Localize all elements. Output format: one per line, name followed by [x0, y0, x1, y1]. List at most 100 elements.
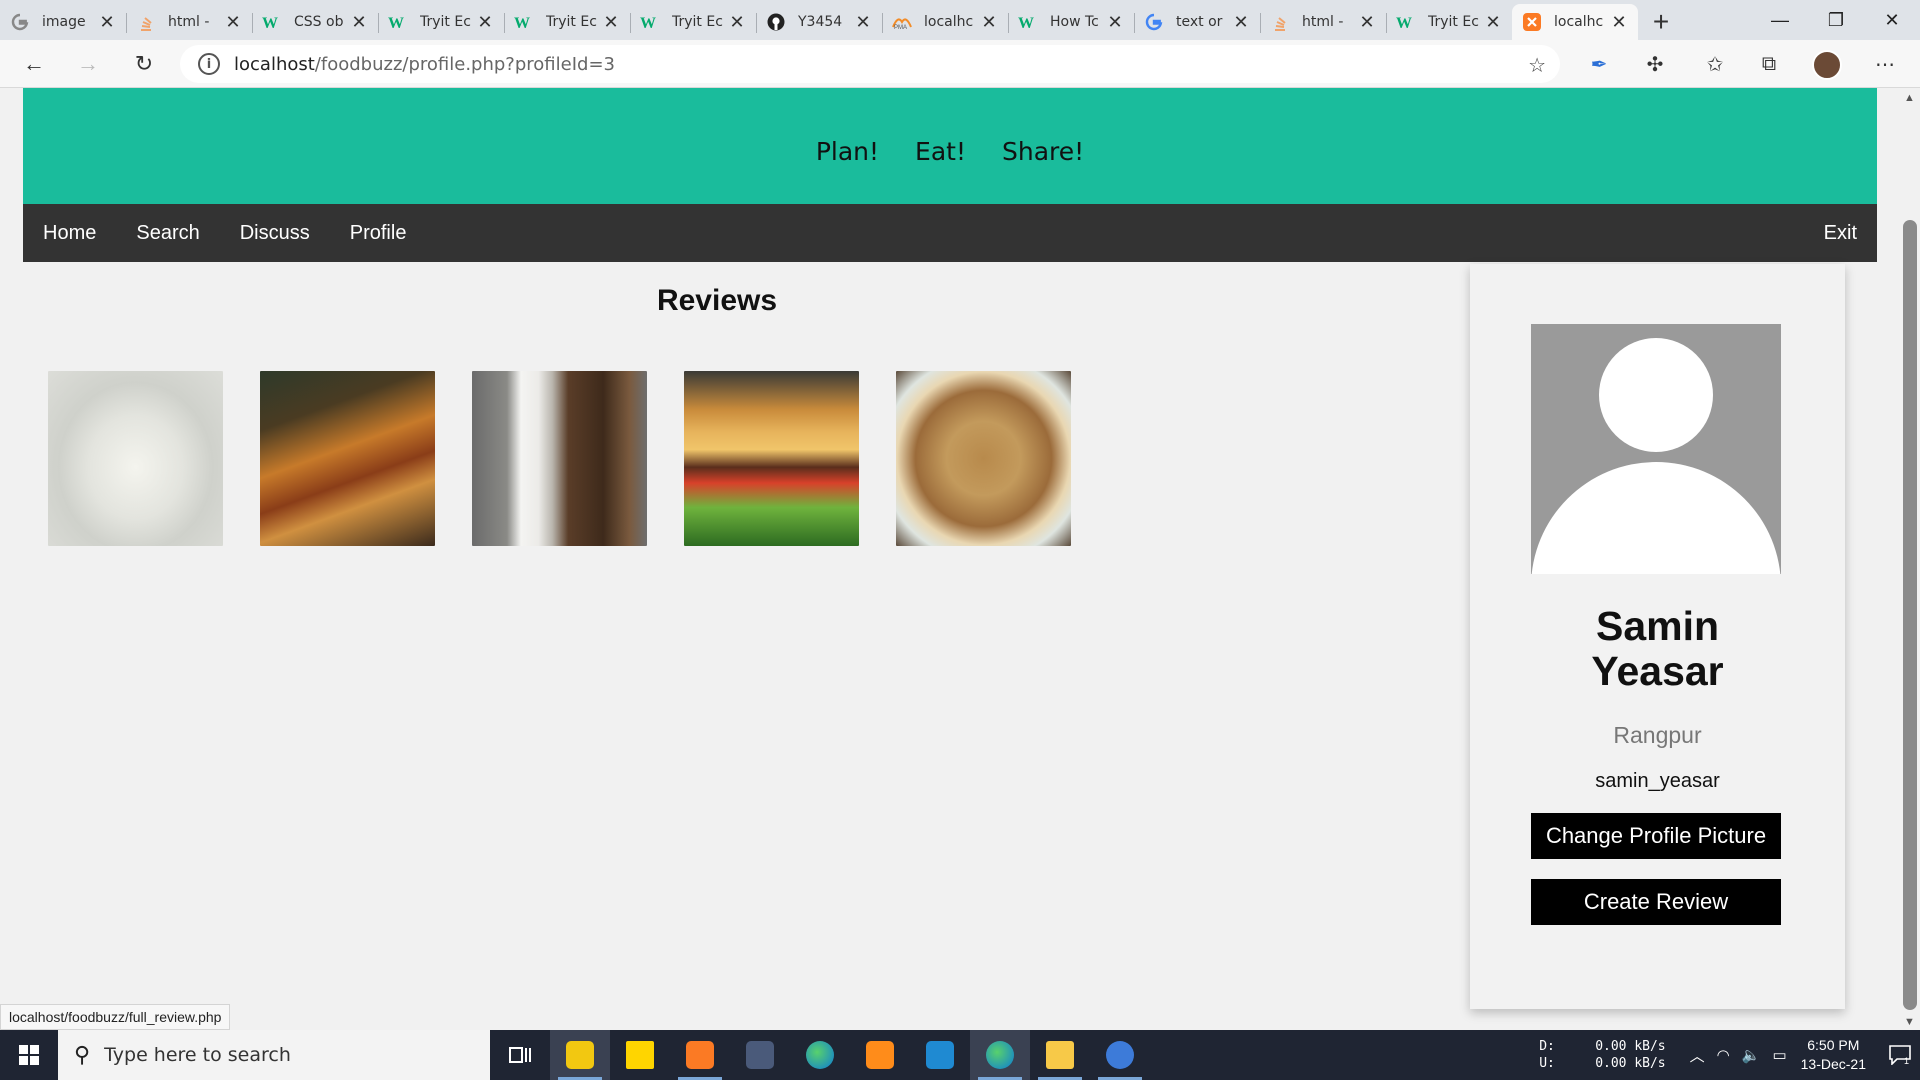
taskbar-search-box[interactable]: ⚲ Type here to search [58, 1030, 490, 1080]
google-icon [10, 12, 30, 32]
close-tab-icon[interactable]: ✕ [854, 12, 872, 33]
more-menu-icon[interactable]: ⋯ [1870, 50, 1900, 78]
close-tab-icon[interactable]: ✕ [476, 12, 494, 33]
net-up-label: U: [1539, 1056, 1555, 1071]
close-tab-icon[interactable]: ✕ [1232, 12, 1250, 33]
stackoverflow-icon [136, 12, 156, 32]
task-view-icon[interactable] [490, 1030, 550, 1080]
browser-profile-avatar[interactable] [1812, 50, 1842, 80]
browser-tab[interactable]: W How Tc ✕ [1008, 4, 1134, 40]
forward-icon[interactable]: → [70, 48, 106, 80]
battery-icon[interactable]: ▭ [1772, 1046, 1786, 1064]
clock-date: 13-Dec-21 [1800, 1056, 1866, 1072]
browser-tab[interactable]: W Tryit Ec ✕ [630, 4, 756, 40]
sublime-text-icon[interactable] [850, 1030, 910, 1080]
notification-center-icon[interactable]: 1 [1880, 1030, 1920, 1080]
browser-tab[interactable]: Y3454 ✕ [756, 4, 882, 40]
back-icon[interactable]: ← [16, 48, 52, 80]
profile-name-first: Samin [1595, 603, 1720, 649]
xampp-taskbar-icon[interactable] [670, 1030, 730, 1080]
stackoverflow-icon [1270, 12, 1290, 32]
net-up-value: 0.00 kB/s [1595, 1056, 1666, 1071]
page-viewport: Plan! Eat! Share! Home Search Discuss Pr… [0, 88, 1900, 1030]
page-scrollbar[interactable]: ▲ ▼ [1900, 88, 1920, 1030]
browser-tab[interactable]: html - ✕ [1260, 4, 1386, 40]
scroll-down-icon[interactable]: ▼ [1904, 1016, 1915, 1028]
scrollbar-thumb[interactable] [1903, 220, 1917, 1010]
new-tab-button[interactable]: + [1638, 4, 1684, 40]
url-path: /foodbuzz/profile.php?profileId=3 [314, 53, 615, 75]
close-tab-icon[interactable]: ✕ [224, 12, 242, 33]
edge-active-icon[interactable] [970, 1030, 1030, 1080]
sticky-notes-icon[interactable] [610, 1030, 670, 1080]
nav-discuss[interactable]: Discuss [220, 222, 330, 245]
browser-tab-active[interactable]: localhc ✕ [1512, 4, 1638, 40]
close-tab-icon[interactable]: ✕ [1358, 12, 1376, 33]
browser-tab[interactable]: text or ✕ [1134, 4, 1260, 40]
nav-exit[interactable]: Exit [1804, 222, 1877, 245]
change-profile-picture-button[interactable]: Change Profile Picture [1531, 813, 1781, 859]
show-hidden-icons-icon[interactable]: ︿ [1690, 1045, 1705, 1066]
review-thumbnail-biryani[interactable] [896, 371, 1071, 546]
collections-icon[interactable]: ⧉ [1754, 50, 1784, 78]
close-tab-icon[interactable]: ✕ [728, 12, 746, 33]
browser-toolbar: ← → ↻ i localhost/foodbuzz/profile.php?p… [0, 40, 1920, 88]
mysql-workbench-icon[interactable] [730, 1030, 790, 1080]
browser-tab[interactable]: W CSS ob ✕ [252, 4, 378, 40]
extensions-icon[interactable]: ✣ [1640, 50, 1670, 78]
add-favorite-icon[interactable]: ☆ [1528, 53, 1546, 77]
close-tab-icon[interactable]: ✕ [350, 12, 368, 33]
read-aloud-icon[interactable]: ✒ [1584, 50, 1614, 78]
restore-icon[interactable]: ❐ [1808, 0, 1864, 40]
browser-tab-title: html - [168, 14, 210, 30]
w3schools-icon: W [388, 12, 408, 32]
review-thumbnails [48, 371, 1071, 546]
browser-tab-title: text or [1176, 14, 1223, 30]
file-explorer-icon[interactable] [1030, 1030, 1090, 1080]
close-tab-icon[interactable]: ✕ [98, 12, 116, 33]
nav-home[interactable]: Home [23, 222, 116, 245]
reviews-heading: Reviews [656, 284, 778, 317]
close-tab-icon[interactable]: ✕ [602, 12, 620, 33]
browser-tab[interactable]: W Tryit Ec ✕ [504, 4, 630, 40]
browser-tab[interactable]: html - ✕ [126, 4, 252, 40]
refresh-icon[interactable]: ↻ [126, 48, 162, 80]
scroll-up-icon[interactable]: ▲ [1904, 92, 1915, 104]
favorites-icon[interactable]: ✩ [1700, 50, 1730, 78]
review-thumbnail-grilled-sandwich[interactable] [260, 371, 435, 546]
close-tab-icon[interactable]: ✕ [1610, 12, 1628, 33]
svg-text:W: W [388, 15, 404, 30]
browser-tab[interactable]: image ✕ [0, 4, 126, 40]
create-review-button[interactable]: Create Review [1531, 879, 1781, 925]
review-thumbnail-cheeseburger[interactable] [684, 371, 859, 546]
w3schools-icon: W [1018, 12, 1038, 32]
power-bi-icon[interactable] [550, 1030, 610, 1080]
qbittorrent-icon[interactable] [1090, 1030, 1150, 1080]
browser-tab[interactable]: W Tryit Ec ✕ [378, 4, 504, 40]
start-button[interactable] [0, 1030, 58, 1080]
close-tab-icon[interactable]: ✕ [980, 12, 998, 33]
browser-tab-title: image [42, 14, 86, 30]
volume-icon[interactable]: 🔈 [1742, 1046, 1761, 1064]
hero-word: Eat! [915, 136, 966, 166]
wifi-icon[interactable]: ◠ [1717, 1046, 1730, 1064]
review-thumbnail-milk-and-bread[interactable] [472, 371, 647, 546]
vscode-icon[interactable] [910, 1030, 970, 1080]
taskbar-clock[interactable]: 6:50 PM 13-Dec-21 [1801, 1036, 1866, 1074]
profile-city: Rangpur [1613, 722, 1702, 748]
browser-tab[interactable]: PMA localhc ✕ [882, 4, 1008, 40]
close-window-icon[interactable]: ✕ [1864, 0, 1920, 40]
review-thumbnail-rice-pudding[interactable] [48, 371, 223, 546]
address-bar[interactable]: i localhost/foodbuzz/profile.php?profile… [180, 45, 1560, 83]
close-tab-icon[interactable]: ✕ [1484, 12, 1502, 33]
edge-icon[interactable] [790, 1030, 850, 1080]
minimize-icon[interactable]: — [1752, 0, 1808, 40]
site-info-icon[interactable]: i [198, 53, 220, 75]
close-tab-icon[interactable]: ✕ [1106, 12, 1124, 33]
nav-profile[interactable]: Profile [330, 222, 427, 245]
browser-tab[interactable]: W Tryit Ec ✕ [1386, 4, 1512, 40]
clock-time: 6:50 PM [1807, 1037, 1860, 1053]
w3schools-icon: W [262, 12, 282, 32]
url-host: localhost [234, 53, 315, 75]
nav-search[interactable]: Search [116, 222, 219, 245]
